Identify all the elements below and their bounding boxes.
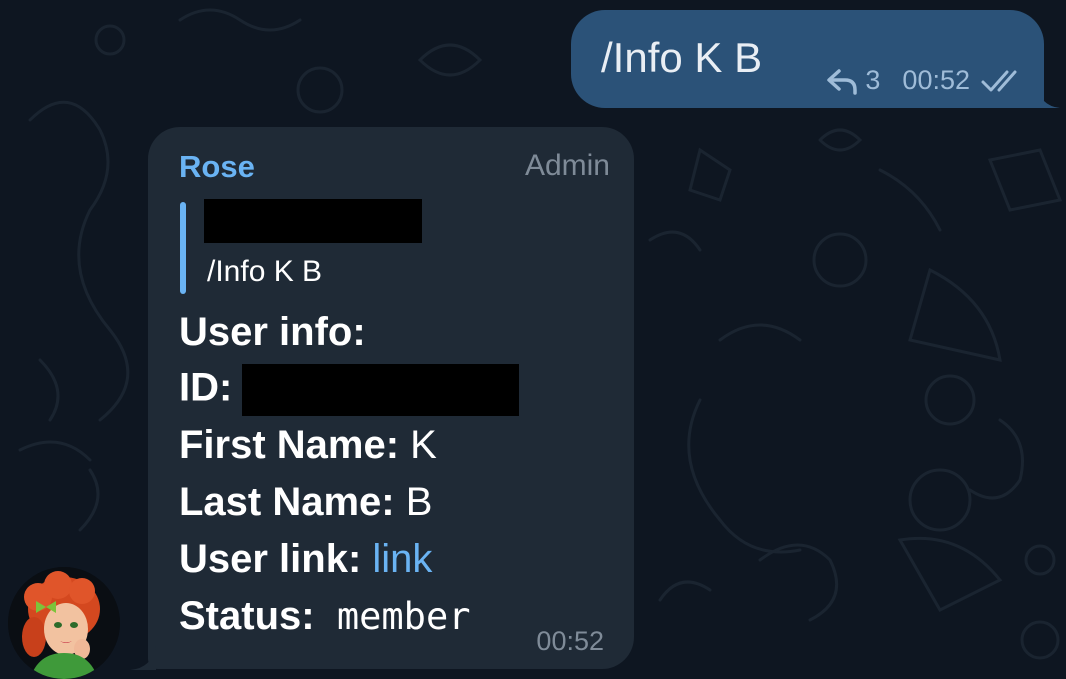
sender-role-badge: Admin [524,149,610,182]
info-id-line: ID: [179,364,520,416]
info-first-name-line: First Name: K [179,423,437,468]
outgoing-message-bubble[interactable]: /Info K B 3 00:52 [571,10,1044,108]
outgoing-message-meta: 3 00:52 [825,65,1026,96]
info-header-line: User info: [179,310,366,355]
first-name-value: K [399,423,437,467]
info-status-line: Status: member [179,594,471,639]
redacted-id-value [242,364,520,416]
status-value: member [314,595,471,638]
sender-name[interactable]: Rose [179,149,255,185]
user-link-label: User link: [179,537,362,581]
incoming-message-time: 00:52 [536,626,604,656]
incoming-message-bubble[interactable]: Rose Admin /Info K B User info: ID: Firs… [148,127,634,669]
info-user-link-line: User link: link [179,537,432,582]
reply-icon [827,68,858,95]
reply-count[interactable]: 3 [865,65,880,96]
last-name-value: B [394,480,433,524]
reply-quote-text[interactable]: /Info K B [207,255,322,289]
outgoing-message-text: /Info K B [601,34,763,81]
id-label: ID: [179,365,233,410]
status-label: Status: [179,594,315,638]
avatar-illustration [8,567,120,679]
outgoing-message-time: 00:52 [902,65,970,95]
sender-avatar[interactable] [8,567,120,679]
incoming-bubble-tail [130,646,156,670]
last-name-label: Last Name: [179,480,395,524]
outgoing-bubble-tail [1036,84,1060,108]
first-name-label: First Name: [179,423,400,467]
redacted-quoted-sender [204,199,422,243]
info-header: User info: [179,310,366,354]
reply-quote-bar[interactable] [180,202,186,294]
double-check-icon [981,70,1017,91]
user-link[interactable]: link [361,537,432,581]
info-last-name-line: Last Name: B [179,480,432,525]
